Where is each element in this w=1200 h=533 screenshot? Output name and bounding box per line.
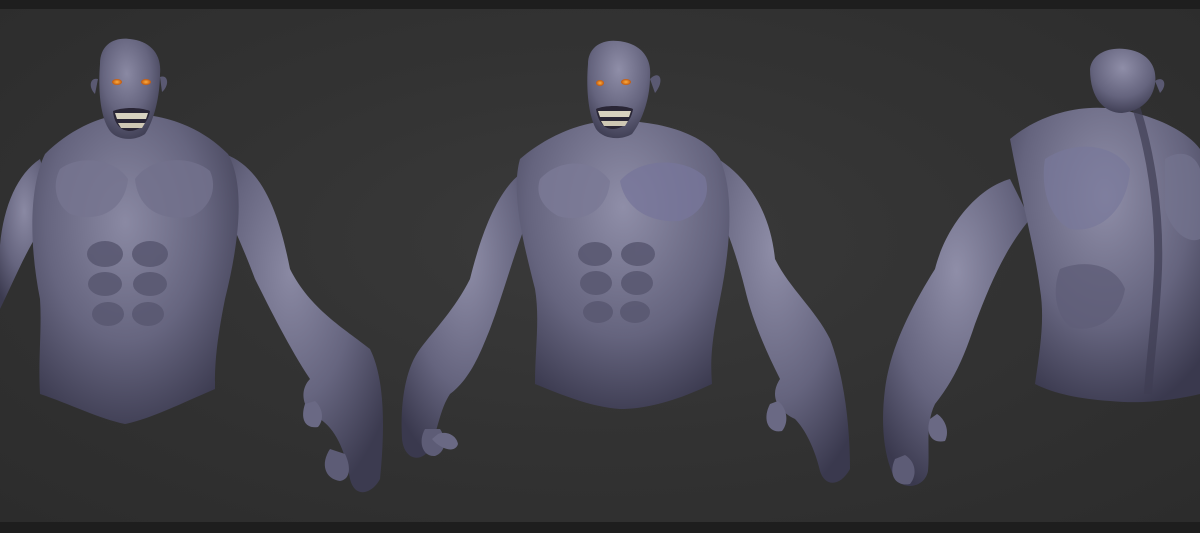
render-viewport bbox=[0, 9, 1200, 522]
creature-bust-front-icon bbox=[0, 38, 383, 493]
image-frame bbox=[0, 0, 1200, 533]
creature-bust-back-icon bbox=[883, 48, 1200, 486]
creature-bust-three-quarter-icon bbox=[401, 40, 850, 483]
creature-sculpt-render bbox=[0, 38, 1200, 493]
